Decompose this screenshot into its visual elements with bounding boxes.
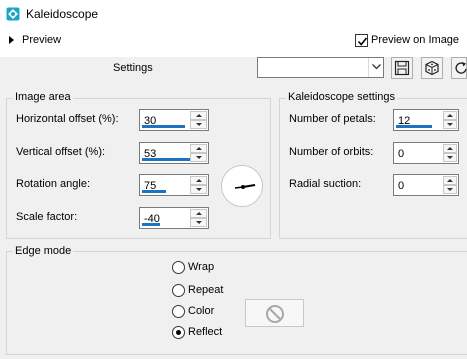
chevron-down-icon [372, 64, 381, 70]
increment-button[interactable] [190, 209, 207, 218]
orbits-label: Number of orbits: [289, 146, 374, 158]
horizontal-offset-slider[interactable] [142, 125, 185, 128]
petals-stepper[interactable] [393, 109, 459, 131]
increment-button[interactable] [443, 176, 457, 185]
arrow-up-icon [447, 114, 453, 117]
decrement-button[interactable] [443, 153, 457, 162]
radio-label[interactable]: Reflect [188, 326, 222, 338]
increment-button[interactable] [190, 111, 207, 120]
horizontal-offset-stepper[interactable] [139, 109, 209, 131]
decrement-button[interactable] [443, 185, 457, 194]
decrement-button[interactable] [190, 120, 207, 129]
arrow-down-icon [196, 221, 202, 224]
arrow-down-icon [196, 123, 202, 126]
decrement-button[interactable] [190, 185, 207, 194]
settings-label: Settings [113, 62, 153, 74]
dial-needle-icon [234, 184, 256, 189]
kaleidoscope-settings-title: Kaleidoscope settings [286, 91, 398, 103]
arrow-up-icon [196, 179, 202, 182]
checkmark-icon [357, 37, 368, 46]
arrow-down-icon [447, 188, 453, 191]
reset-button[interactable] [451, 57, 467, 79]
increment-button[interactable] [443, 111, 457, 120]
dice-icon [425, 60, 439, 76]
radio-button[interactable] [172, 261, 185, 274]
preview-toggle[interactable]: Preview [22, 34, 61, 46]
scale-factor-label: Scale factor: [16, 211, 78, 223]
petals-slider[interactable] [396, 125, 432, 128]
orbits-input[interactable] [398, 147, 442, 161]
save-preset-button[interactable] [391, 57, 413, 79]
reset-icon [455, 62, 467, 74]
orbits-stepper[interactable] [393, 142, 459, 164]
randomize-button[interactable] [421, 57, 443, 79]
scale-factor-slider[interactable] [142, 223, 160, 226]
edge-color-swatch[interactable] [245, 299, 304, 327]
increment-button[interactable] [443, 144, 457, 153]
radio-button[interactable] [172, 305, 185, 318]
no-color-icon [266, 305, 284, 323]
arrow-down-icon [196, 188, 202, 191]
radio-label[interactable]: Repeat [188, 284, 223, 296]
kaleidoscope-app-icon [6, 7, 20, 21]
vertical-offset-label: Vertical offset (%): [16, 146, 106, 158]
save-icon [394, 60, 410, 76]
rotation-angle-slider[interactable] [142, 190, 166, 193]
decrement-button[interactable] [443, 120, 457, 129]
rotation-angle-stepper[interactable] [139, 174, 209, 196]
radio-button-selected[interactable] [172, 326, 185, 339]
radio-dot-icon [176, 330, 181, 335]
vertical-offset-stepper[interactable] [139, 142, 209, 164]
preview-on-image-checkbox[interactable] [355, 34, 368, 47]
radio-label[interactable]: Color [188, 305, 214, 317]
decrement-button[interactable] [190, 218, 207, 227]
increment-button[interactable] [190, 176, 207, 185]
scale-factor-stepper[interactable] [139, 207, 209, 229]
expand-arrow-icon[interactable] [9, 36, 14, 44]
rotation-angle-dial[interactable] [221, 165, 263, 207]
radio-label[interactable]: Wrap [188, 261, 214, 273]
image-area-title: Image area [13, 91, 73, 103]
petals-label: Number of petals: [289, 113, 376, 125]
edge-mode-title: Edge mode [13, 245, 74, 257]
horizontal-offset-label: Horizontal offset (%): [16, 113, 119, 125]
preset-dropdown[interactable] [257, 57, 384, 78]
window-title: Kaleidoscope [26, 7, 99, 21]
vertical-offset-slider[interactable] [142, 158, 190, 161]
arrow-up-icon [447, 179, 453, 182]
arrow-down-icon [447, 123, 453, 126]
arrow-up-icon [196, 212, 202, 215]
dropdown-chevron-button[interactable] [368, 58, 383, 77]
preview-on-image-label[interactable]: Preview on Image [371, 34, 459, 46]
decrement-button[interactable] [190, 153, 207, 162]
arrow-up-icon [196, 147, 202, 150]
rotation-angle-label: Rotation angle: [16, 178, 90, 190]
radial-suction-input[interactable] [398, 179, 442, 193]
edge-mode-group [6, 251, 467, 355]
radial-suction-stepper[interactable] [393, 174, 459, 196]
arrow-down-icon [447, 156, 453, 159]
arrow-up-icon [447, 147, 453, 150]
radio-button[interactable] [172, 284, 185, 297]
increment-button[interactable] [190, 144, 207, 153]
arrow-up-icon [196, 114, 202, 117]
radial-suction-label: Radial suction: [289, 178, 362, 190]
arrow-down-icon [196, 156, 202, 159]
